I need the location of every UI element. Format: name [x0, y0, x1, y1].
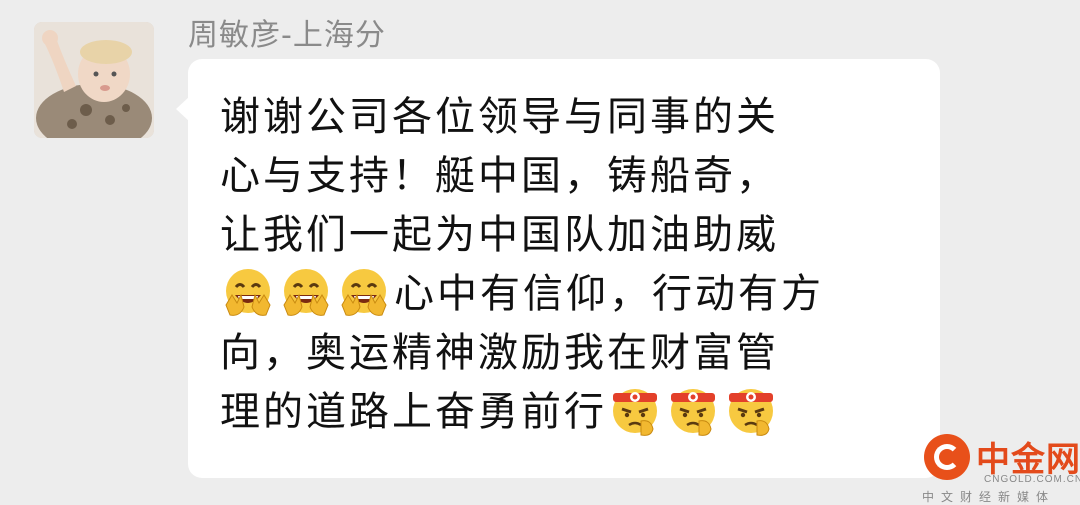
cngold-logo-icon [924, 434, 970, 480]
message-text: 谢谢公司各位领导与同事的关 心与支持！艇中国，铸船奇， 让我们一起为中国队加油助… [220, 88, 920, 442]
victory-face-emoji-icon [336, 265, 392, 321]
victory-face-emoji-icon [220, 265, 276, 321]
watermark-logo: 中金网 CNGOLD.COM.CN 中文财经新媒体 [920, 430, 1080, 504]
victory-face-emoji-icon [278, 265, 334, 321]
bubble-tail [176, 96, 190, 122]
determined-face-emoji-icon [665, 383, 721, 439]
determined-face-emoji-icon [723, 383, 779, 439]
message-line: 向，奥运精神激励我在财富管 [220, 330, 779, 376]
sender-name: 周敏彦-上海分 [188, 18, 386, 53]
message-line: 理的道路上奋勇前行 [220, 389, 607, 435]
message-line: 让我们一起为中国队加油助威 [220, 212, 779, 258]
avatar[interactable] [34, 22, 154, 138]
message-line: 谢谢公司各位领导与同事的关 [220, 94, 779, 140]
message-line-with-emoji: 理的道路上奋勇前行 [220, 383, 920, 442]
message-line: 心中有信仰，行动有方 [394, 271, 824, 317]
message-line: 心与支持！艇中国，铸船奇， [220, 153, 779, 199]
watermark-domain: CNGOLD.COM.CN [984, 474, 1080, 485]
determined-face-emoji-icon [607, 383, 663, 439]
watermark-tagline: 中文财经新媒体 [922, 490, 1056, 504]
avatar-photo [34, 22, 154, 138]
message-line-with-emoji: 心中有信仰，行动有方 [220, 265, 920, 324]
